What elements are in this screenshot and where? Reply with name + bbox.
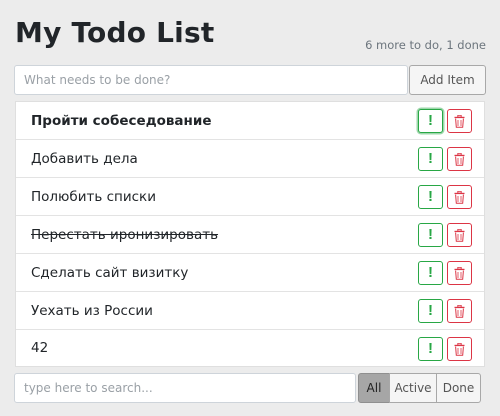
todo-item: Добавить дела ! (16, 140, 484, 178)
exclamation-icon: ! (428, 112, 433, 129)
todo-item-label[interactable]: Пройти собеседование (31, 113, 211, 129)
mark-important-button[interactable]: ! (418, 147, 443, 171)
delete-item-button[interactable] (447, 185, 472, 209)
page-title: My Todo List (15, 16, 215, 49)
exclamation-icon: ! (428, 340, 433, 357)
trash-icon (454, 190, 465, 204)
filter-all-button[interactable]: All (358, 373, 390, 403)
todo-item-label[interactable]: Полюбить списки (31, 189, 156, 205)
todo-item-label[interactable]: 42 (31, 340, 48, 356)
app-header: My Todo List 6 more to do, 1 done (15, 14, 486, 54)
exclamation-icon: ! (428, 302, 433, 319)
todo-item-label[interactable]: Сделать сайт визитку (31, 265, 188, 281)
todo-item-label[interactable]: Перестать иронизировать (31, 227, 218, 243)
add-item-form: Add Item (14, 65, 486, 95)
mark-important-button[interactable]: ! (418, 223, 443, 247)
exclamation-icon: ! (428, 264, 433, 281)
delete-item-button[interactable] (447, 147, 472, 171)
exclamation-icon: ! (428, 226, 433, 243)
mark-important-button[interactable]: ! (418, 185, 443, 209)
search-input[interactable] (14, 373, 356, 403)
todo-item: Перестать иронизировать ! (16, 216, 484, 254)
exclamation-icon: ! (428, 150, 433, 167)
todo-list: Пройти собеседование ! Добавить дела ! П… (15, 101, 485, 367)
trash-icon (454, 228, 465, 242)
filter-button-group: All Active Done (358, 373, 481, 403)
trash-icon (454, 342, 465, 356)
filter-done-button[interactable]: Done (436, 373, 481, 403)
todo-item-label[interactable]: Добавить дела (31, 151, 138, 167)
delete-item-button[interactable] (447, 223, 472, 247)
trash-icon (454, 304, 465, 318)
exclamation-icon: ! (428, 188, 433, 205)
delete-item-button[interactable] (447, 109, 472, 133)
todo-item: Сделать сайт визитку ! (16, 254, 484, 292)
todo-item: Пройти собеседование ! (16, 102, 484, 140)
new-item-input[interactable] (14, 65, 408, 95)
search-panel: All Active Done (14, 373, 486, 403)
delete-item-button[interactable] (447, 261, 472, 285)
todo-item: Полюбить списки ! (16, 178, 484, 216)
trash-icon (454, 266, 465, 280)
todo-item-label[interactable]: Уехать из России (31, 303, 153, 319)
todo-item: Уехать из России ! (16, 292, 484, 330)
mark-important-button[interactable]: ! (418, 299, 443, 323)
mark-important-button[interactable]: ! (418, 261, 443, 285)
trash-icon (454, 152, 465, 166)
todo-counter: 6 more to do, 1 done (365, 38, 486, 52)
mark-important-button[interactable]: ! (418, 337, 443, 361)
filter-active-button[interactable]: Active (389, 373, 437, 403)
todo-item: 42 ! (16, 330, 484, 366)
add-item-button[interactable]: Add Item (409, 65, 486, 95)
trash-icon (454, 114, 465, 128)
mark-important-button[interactable]: ! (418, 109, 443, 133)
delete-item-button[interactable] (447, 337, 472, 361)
delete-item-button[interactable] (447, 299, 472, 323)
